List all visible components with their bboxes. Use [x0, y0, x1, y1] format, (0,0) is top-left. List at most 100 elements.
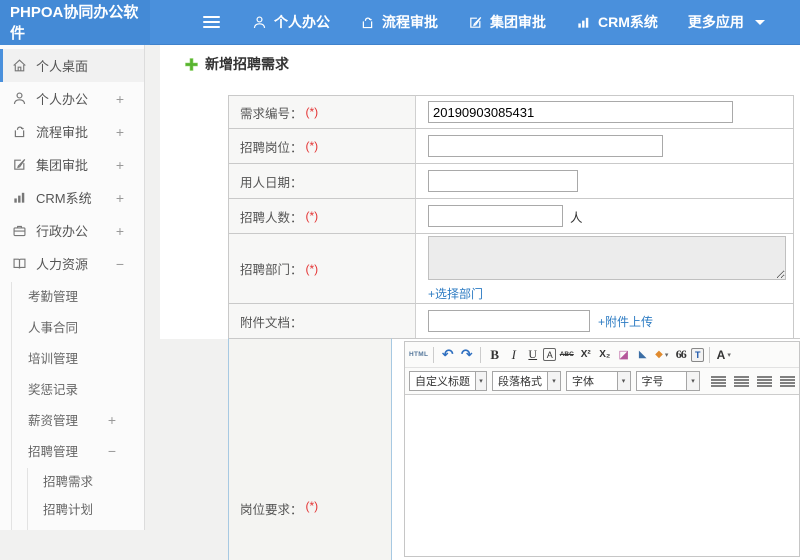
menu-item-group-approval[interactable]: 集团审批: [468, 12, 546, 32]
editor-toolbar-row2: 自定义标题 ▾ 段落格式 ▾ 字体 ▾ 字号 ▾: [405, 368, 799, 395]
sidebar-item-label: 招聘计划: [43, 502, 94, 517]
expand-icon[interactable]: +: [116, 223, 124, 239]
sidebar-item-personal-office[interactable]: 个人办公 +: [0, 82, 144, 115]
department-textarea[interactable]: [428, 235, 786, 280]
sidebar-item-talent-pool[interactable]: 人才库: [0, 522, 144, 530]
hire-date-input[interactable]: [428, 170, 578, 192]
align-right-button[interactable]: [757, 375, 772, 387]
blockquote-button[interactable]: 66: [672, 346, 689, 364]
pastetext-button[interactable]: T: [691, 347, 705, 362]
autotypeset-button[interactable]: ◆ ▾: [653, 346, 670, 364]
sidebar-item-training-mgmt[interactable]: 培训管理: [0, 342, 144, 373]
form-row-hire-date: 用人日期：: [228, 163, 800, 198]
font-size-select[interactable]: 字号 ▾: [635, 371, 700, 391]
strikethrough-button[interactable]: ABC: [558, 346, 575, 364]
recruitment-form: 需求编号：(*) 招聘岗位：(*) 用人日期： 招聘人数： (*) 人: [228, 95, 800, 560]
collapse-icon[interactable]: −: [108, 443, 116, 459]
sidebar-item-personal-desktop[interactable]: 个人桌面: [0, 49, 144, 82]
align-left-button[interactable]: [711, 375, 726, 387]
superscript-button[interactable]: X²: [577, 346, 594, 364]
required-mark: (*): [305, 261, 319, 276]
app-logo: PHPOA协同办公软件: [0, 0, 150, 45]
sidebar-item-admin-office[interactable]: 行政办公 +: [0, 214, 144, 247]
menu-item-label: 更多应用: [687, 14, 744, 30]
eraser-button[interactable]: ◪: [615, 346, 632, 364]
sidebar-item-salary-mgmt[interactable]: 薪资管理 +: [0, 404, 144, 435]
bold-button[interactable]: B: [486, 346, 503, 364]
sidebar-item-label: 人力资源: [36, 257, 89, 272]
sidebar-item-label: CRM系统: [36, 191, 92, 206]
sidebar-item-crm-system[interactable]: CRM系统 +: [0, 181, 144, 214]
job-requirements-label: 岗位要求： (*): [228, 338, 392, 560]
caret-down-icon: ▾: [664, 351, 669, 359]
position-input[interactable]: [428, 135, 663, 157]
attachment-upload-link[interactable]: +附件上传: [598, 313, 653, 330]
sidebar-item-recruit-plan[interactable]: 招聘计划: [0, 494, 144, 522]
subscript-button[interactable]: X₂: [596, 346, 613, 364]
sidebar-item-recruit-request[interactable]: 招聘需求: [0, 466, 144, 494]
field-label: 岗位要求：: [240, 503, 303, 517]
expand-icon[interactable]: +: [116, 157, 124, 173]
field-label: 用人日期：: [240, 175, 303, 190]
align-justify-button[interactable]: [780, 375, 795, 387]
sidebar-item-recruit-mgmt[interactable]: 招聘管理 −: [0, 435, 144, 466]
request-no-cell: [415, 95, 794, 128]
form-row-request-no: 需求编号： (*): [228, 95, 800, 128]
sidebar-item-hr-contract[interactable]: 人事合同: [0, 311, 144, 342]
required-mark: (*): [305, 105, 319, 119]
sidebar-item-label: 人才库: [43, 527, 81, 531]
menu-item-personal-office[interactable]: 个人办公: [252, 12, 330, 32]
expand-icon[interactable]: +: [108, 412, 116, 428]
fontborder-button[interactable]: A: [543, 348, 557, 361]
select-department-link[interactable]: +选择部门: [428, 285, 786, 302]
top-bar: PHPOA协同办公软件 个人办公 流程审批 集团审批 CRM系统 更多应用: [0, 0, 800, 45]
expand-icon[interactable]: +: [116, 190, 124, 206]
attachment-input[interactable]: [428, 310, 590, 332]
headcount-unit: 人: [570, 210, 583, 225]
sidebar-item-human-resources[interactable]: 人力资源 −: [0, 247, 144, 280]
menu-item-label: 个人办公: [274, 14, 330, 30]
custom-title-select[interactable]: 自定义标题 ▾: [409, 371, 487, 391]
undo-button[interactable]: ↶: [439, 346, 456, 364]
font-family-select[interactable]: 字体 ▾: [566, 371, 631, 391]
flow-icon: [12, 124, 27, 139]
sidebar-item-label: 个人办公: [36, 92, 89, 107]
field-label: 附件文档：: [240, 315, 303, 330]
flow-icon: [360, 15, 375, 30]
italic-button[interactable]: I: [505, 346, 522, 364]
fontcolor-button[interactable]: A ▾: [715, 346, 732, 364]
menu-item-crm-system[interactable]: CRM系统: [576, 12, 658, 32]
collapse-icon[interactable]: −: [116, 256, 124, 272]
expand-icon[interactable]: +: [116, 124, 124, 140]
field-label: 招聘人数：: [240, 210, 303, 225]
sidebar-item-label: 集团审批: [36, 158, 89, 173]
briefcase-icon: [12, 223, 27, 238]
menu-item-workflow-approval[interactable]: 流程审批: [360, 12, 438, 32]
attachment-label: 附件文档：: [228, 303, 415, 338]
toolbar-separator: [433, 346, 435, 363]
hire-date-label: 用人日期：: [228, 163, 415, 198]
sidebar-item-attendance-mgmt[interactable]: 考勤管理: [0, 280, 144, 311]
sidebar-item-group-approval[interactable]: 集团审批 +: [0, 148, 144, 181]
paragraph-format-select[interactable]: 段落格式 ▾: [492, 371, 561, 391]
underline-button[interactable]: U: [524, 346, 541, 364]
form-row-department: 招聘部门： (*) +选择部门: [228, 233, 800, 303]
headcount-input[interactable]: [428, 205, 563, 227]
editor-content[interactable]: [405, 395, 799, 556]
department-cell: +选择部门: [415, 233, 794, 303]
sidebar-item-label: 招聘需求: [43, 474, 94, 489]
sidebar-item-label: 行政办公: [36, 224, 89, 239]
toolbar-separator: [480, 346, 482, 363]
formatpainter-button[interactable]: ◣: [634, 346, 651, 364]
expand-icon[interactable]: +: [116, 91, 124, 107]
menu-item-more-apps[interactable]: 更多应用: [688, 12, 765, 32]
source-button[interactable]: HTML: [409, 346, 428, 364]
redo-button[interactable]: ↷: [458, 346, 475, 364]
form-row-position: 招聘岗位： (*): [228, 128, 800, 163]
chart-icon: [576, 15, 591, 30]
request-no-input[interactable]: [428, 101, 733, 123]
hamburger-icon[interactable]: [203, 13, 220, 31]
sidebar-item-reward-punish[interactable]: 奖惩记录: [0, 373, 144, 404]
align-center-button[interactable]: [734, 375, 749, 387]
sidebar-item-workflow-approval[interactable]: 流程审批 +: [0, 115, 144, 148]
